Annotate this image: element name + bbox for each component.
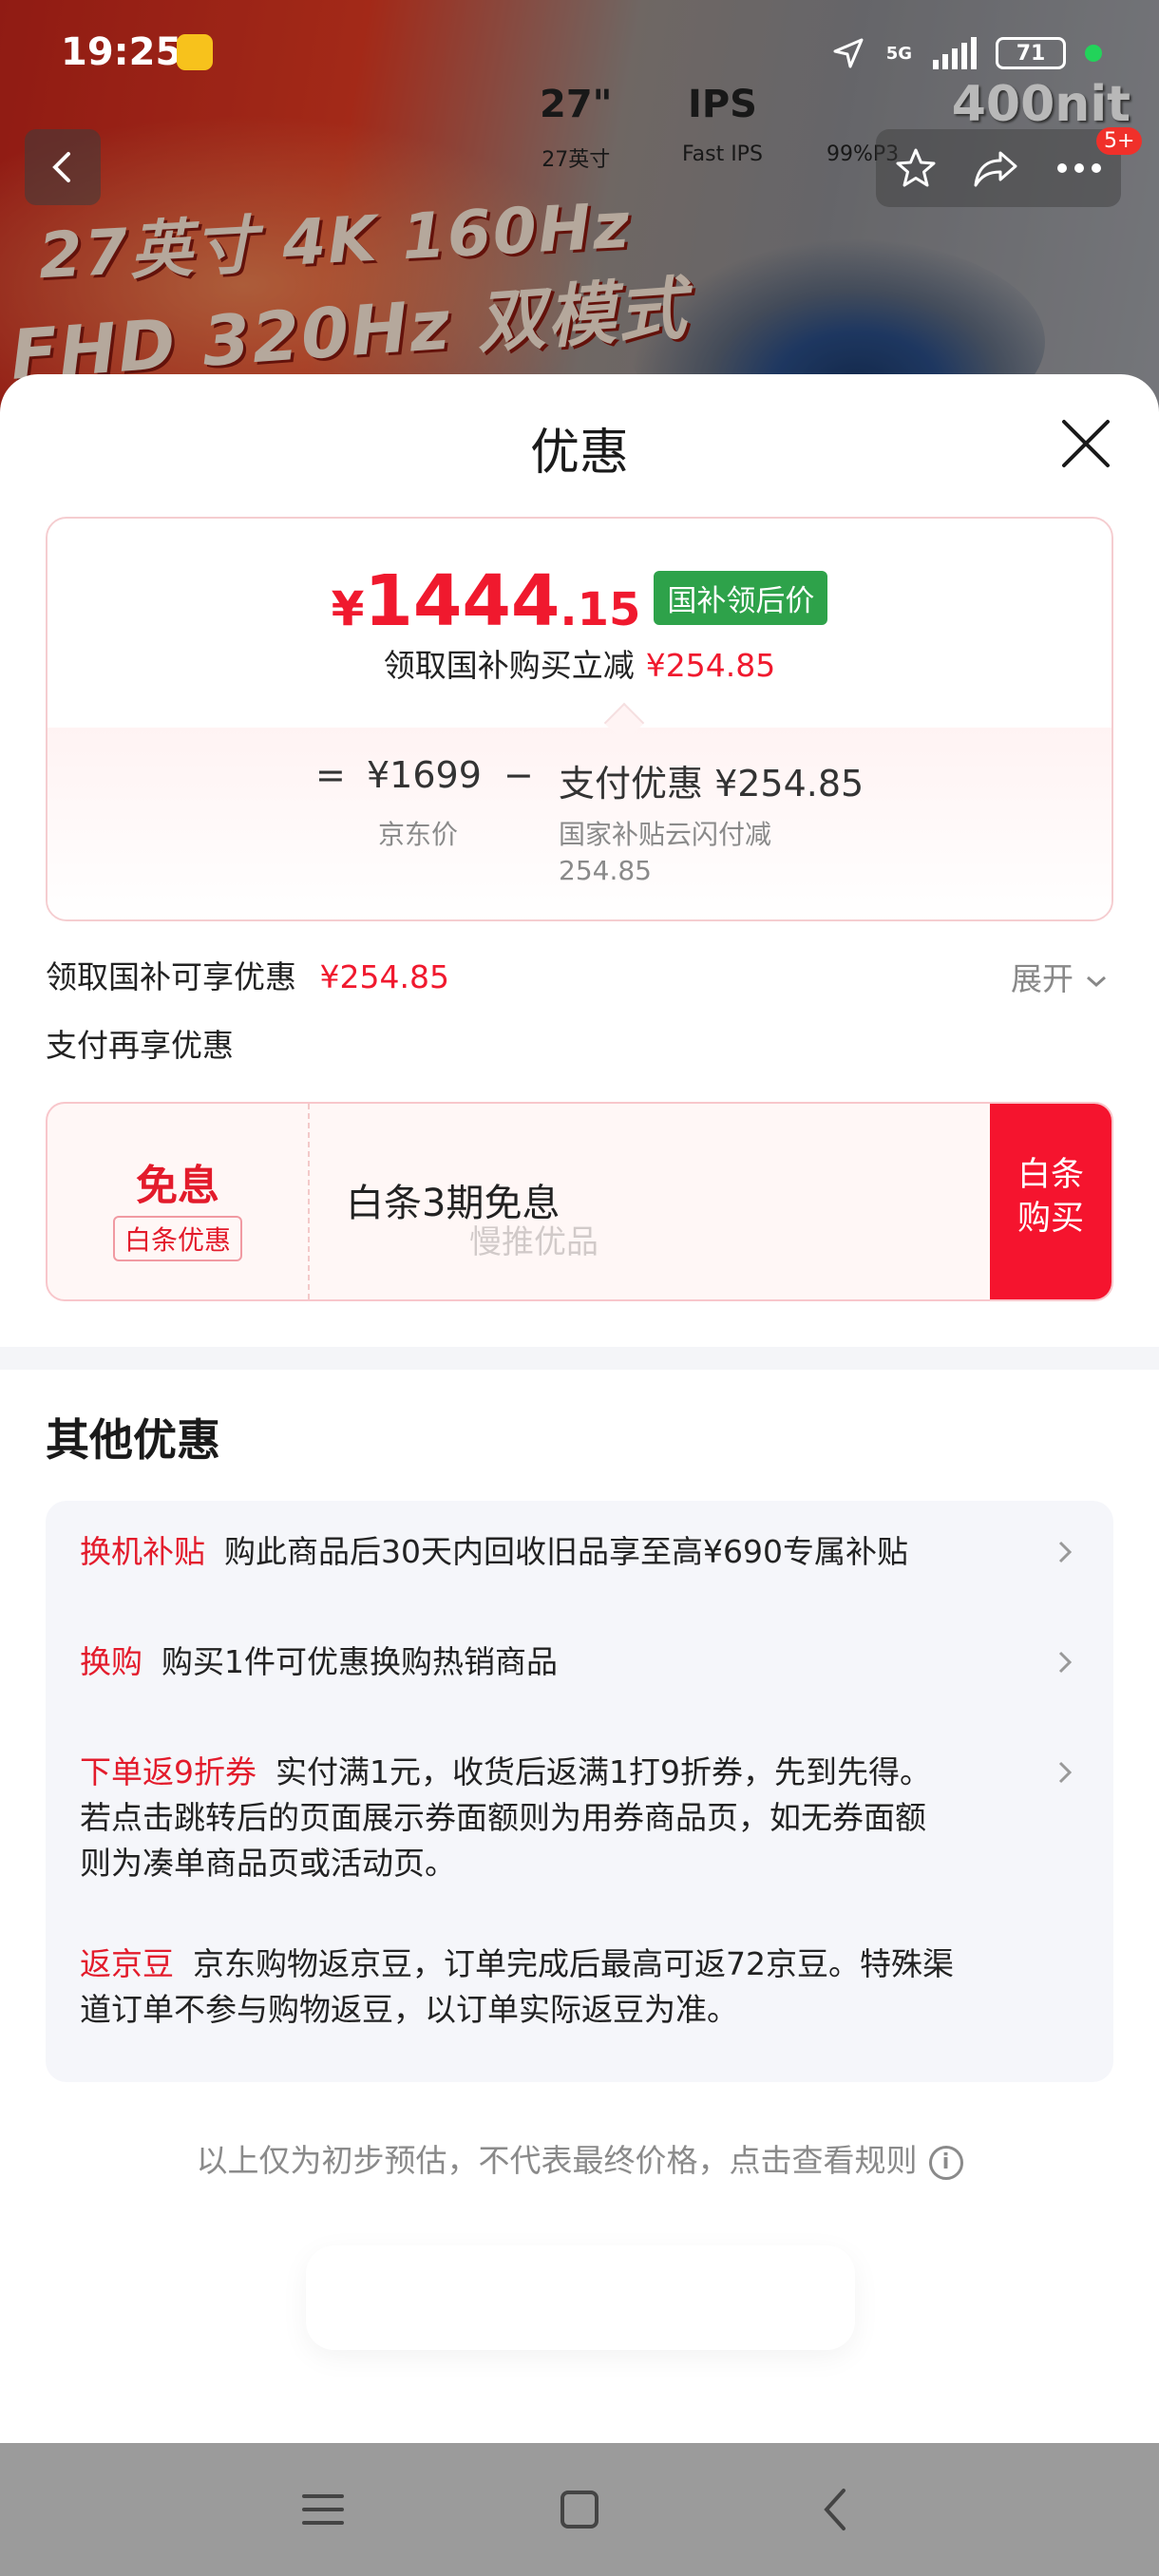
subsidy-subtitle-amount: ¥254.85 [645,647,776,684]
app-notification-icon [177,34,213,70]
pay-caption-line1: 国家补贴云闪付减 [559,819,772,850]
chevron-right-icon[interactable] [1051,1529,1079,1575]
rules-footnote[interactable]: 以上仅为初步预估，不代表最终价格，点击查看规则 i [0,2135,1159,2181]
final-price: ¥ 1444 .15 [332,560,641,642]
message-count-badge: 5+ [1096,127,1143,155]
share-icon[interactable] [972,145,1021,191]
sheet-title: 优惠 [529,425,629,482]
other-offers-list: 换机补贴 购此商品后30天内回收旧品享至高¥690专属补贴 换购 购买1件可优惠换购… [46,1501,1113,2082]
offer-text: 京东购物返京豆，订单完成后最高可返72京豆。特殊渠 [193,1945,954,1982]
subsidy-subtitle-label: 领取国补购买立减 [383,647,635,684]
chevron-down-icon [1086,975,1106,988]
offer-text-2: 若点击跳转后的页面展示券面额则为用券商品页，如无券面额 [80,1799,926,1836]
subsidy-price-tag: 国补领后价 [654,571,828,625]
chevron-right-icon[interactable] [1051,1750,1079,1795]
offer-coupon-return[interactable]: 下单返9折券 实付满1元，收货后返满1打9折券，先到先得。 若点击跳转后的页面展示… [80,1750,1020,1886]
offer-trade-in[interactable]: 换机补贴 购此商品后30天内回收旧品享至高¥690专属补贴 [80,1529,1020,1575]
baitiao-buy-button[interactable]: 白条 购买 [990,1104,1112,1299]
battery-level: 71 [1016,41,1046,66]
section-divider [0,1347,1159,1370]
price-integer: 1444 [364,560,560,642]
offer-text: 购买1件可优惠换购热销商品 [162,1643,558,1680]
offer-label: 下单返9折券 [80,1753,256,1790]
other-offers-title: 其他优惠 [46,1414,220,1466]
chevron-left-icon [52,152,70,182]
offer-label: 换机补贴 [80,1533,205,1570]
price-breakdown: = ¥1699 − 支付优惠 ¥254.85 [48,741,1112,817]
offer-jd-beans: 返京豆 京东购物返京豆，订单完成后最高可返72京豆。特殊渠 道订单不参与购物返豆，… [80,1941,1020,2033]
offer-text-3: 则为凑单商品页或活动页。 [80,1845,456,1882]
status-bar: 19:25 5G 71 [0,0,1159,104]
favorite-star-icon[interactable] [893,145,939,191]
more-icon[interactable] [1054,159,1104,178]
network-label: 5G [885,43,912,64]
pay-discount: 支付优惠 ¥254.85 [559,763,864,805]
chevron-right-icon[interactable] [1051,1639,1079,1685]
menu-icon[interactable] [294,2481,352,2538]
discount-sheet: 优惠 ¥ 1444 .15 国补领后价 领取国补购买立减 ¥254.85 = ¥1… [0,374,1159,2443]
offer-text: 购此商品后30天内回收旧品享至高¥690专属补贴 [224,1533,908,1570]
price-decimal: .15 [560,583,641,636]
jd-price: ¥1699 [367,754,482,796]
subsidy-line-label: 领取国补可享优惠 [46,958,296,995]
expand-label: 展开 [1011,960,1074,997]
location-icon [833,38,864,68]
system-nav-bar [0,2443,1159,2576]
offer-label: 返京豆 [80,1945,174,1982]
equals-sign: = [315,754,346,796]
expand-button[interactable]: 展开 [1011,954,1109,999]
minus-sign: − [504,754,534,796]
jd-price-caption: 京东价 [378,819,459,850]
pay-more-label: 支付再享优惠 [46,1027,234,1064]
baitiao-badge: 免息 白条优惠 [48,1104,310,1299]
privacy-indicator-icon [1085,45,1102,62]
rules-footnote-text: 以上仅为初步预估，不代表最终价格，点击查看规则 [196,2142,918,2179]
offer-label: 换购 [80,1643,142,1680]
final-price-row: ¥ 1444 .15 国补领后价 [48,560,1112,642]
subsidy-line-amount: ¥254.85 [319,958,449,995]
status-time: 19:25 [61,30,182,74]
back-nav-icon[interactable] [808,2481,864,2538]
home-icon[interactable] [551,2481,608,2538]
battery-icon: 71 [996,37,1066,69]
back-button[interactable] [25,129,101,205]
baitiao-offer-card[interactable]: 免息 白条优惠 白条3期免息 慢推优品 白条 购买 [46,1102,1113,1301]
offer-text: 实付满1元，收货后返满1打9折券，先到先得。 [276,1753,931,1790]
top-actions [876,129,1121,207]
price-summary-card: ¥ 1444 .15 国补领后价 领取国补购买立减 ¥254.85 = ¥1699… [46,517,1113,921]
close-icon[interactable] [1056,414,1115,473]
baitiao-interest-free: 免息 [136,1162,219,1210]
baitiao-buy-line2: 购买 [1016,1200,1084,1238]
subsidy-line: 领取国补可享优惠 ¥254.85 [46,952,449,997]
offer-exchange[interactable]: 换购 购买1件可优惠换购热销商品 [80,1639,1020,1685]
watermark-text: 慢推优品 [469,1223,598,1261]
offer-text-2: 道订单不参与购物返豆，以订单实际返豆为准。 [80,1991,738,2028]
status-icons: 5G 71 [829,34,1102,72]
baitiao-pill: 白条优惠 [112,1216,242,1261]
baitiao-buy-line1: 白条 [1016,1156,1084,1194]
pay-caption-line2: 254.85 [559,855,652,886]
signal-icon [933,37,977,69]
subsidy-subtitle: 领取国补购买立减 ¥254.85 [48,640,1112,686]
info-icon: i [928,2145,963,2180]
toast-overlay [306,2245,855,2350]
price-currency: ¥ [331,581,365,636]
